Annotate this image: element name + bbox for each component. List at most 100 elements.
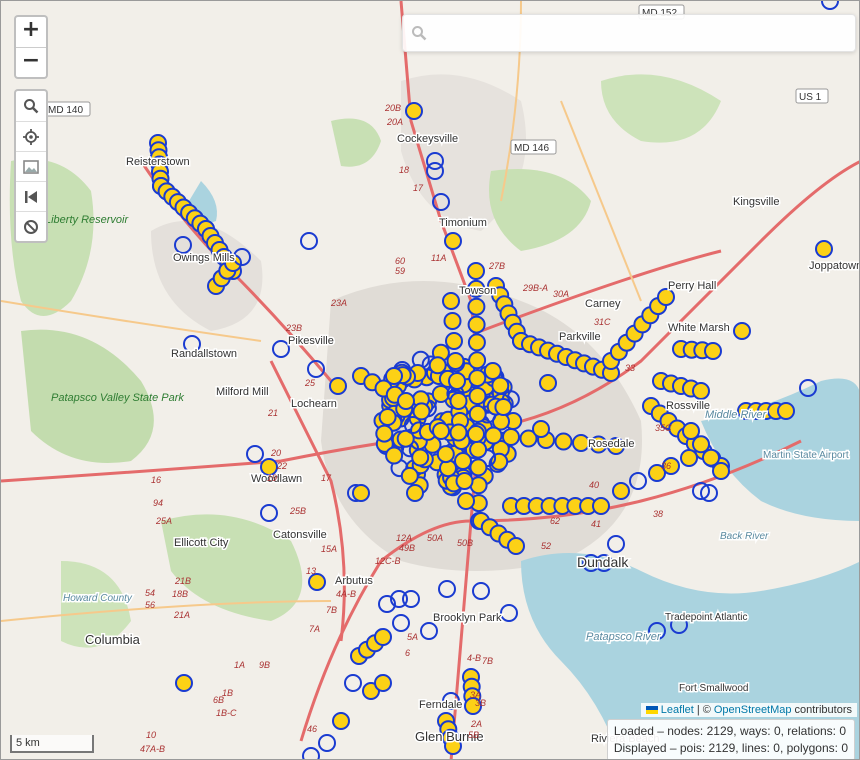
poi-marker[interactable] bbox=[448, 372, 466, 390]
poi-marker[interactable] bbox=[406, 484, 424, 502]
route-shield: US 1 bbox=[795, 88, 829, 104]
poi-marker[interactable] bbox=[467, 333, 486, 352]
route-label: US 1 bbox=[799, 92, 822, 103]
poi-marker[interactable] bbox=[446, 352, 465, 370]
place-label: Kingsville bbox=[733, 196, 779, 208]
poi-marker[interactable] bbox=[468, 404, 487, 423]
poi-marker[interactable] bbox=[502, 428, 520, 446]
poi-marker[interactable] bbox=[332, 712, 350, 730]
zoom-in-button[interactable]: + bbox=[16, 17, 46, 47]
poi-marker[interactable] bbox=[467, 297, 486, 316]
poi-marker[interactable] bbox=[467, 315, 486, 334]
skip-back-tool-button[interactable] bbox=[16, 181, 46, 211]
poi-marker[interactable] bbox=[815, 240, 833, 258]
place-label: Catonsville bbox=[273, 529, 327, 541]
poi-marker[interactable] bbox=[704, 342, 722, 360]
poi-marker[interactable] bbox=[400, 466, 419, 485]
poi-marker[interactable] bbox=[442, 292, 460, 310]
poi-marker[interactable] bbox=[444, 232, 462, 250]
leaflet-link[interactable]: Leaflet bbox=[661, 704, 694, 716]
exit-number-label: 54 bbox=[145, 588, 155, 598]
poi-marker[interactable] bbox=[375, 424, 394, 443]
poi-marker[interactable] bbox=[777, 402, 795, 420]
image-icon bbox=[23, 159, 39, 174]
exit-number-label: 15A bbox=[321, 544, 337, 554]
poi-marker[interactable] bbox=[385, 446, 404, 465]
poi-marker[interactable] bbox=[374, 628, 392, 646]
openstreetmap-link[interactable]: OpenStreetMap bbox=[714, 704, 792, 716]
exit-number-label: 22 bbox=[276, 461, 287, 471]
poi-marker[interactable] bbox=[491, 376, 510, 395]
map-tiles[interactable]: Reisterstown Cockeysville Timonium Owings M… bbox=[1, 1, 860, 760]
poi-marker[interactable] bbox=[507, 537, 525, 555]
exit-number-label: 1A bbox=[234, 660, 245, 670]
poi-marker[interactable] bbox=[455, 472, 474, 490]
place-label: Reisterstown bbox=[126, 156, 190, 168]
poi-marker[interactable] bbox=[483, 362, 502, 380]
poi-marker[interactable] bbox=[467, 262, 485, 280]
poi-marker[interactable] bbox=[352, 484, 370, 502]
poi-marker[interactable] bbox=[572, 434, 590, 452]
exit-number-label: 11A bbox=[431, 253, 446, 263]
exit-number-label: 5B bbox=[468, 730, 479, 740]
map-viewport[interactable]: Reisterstown Cockeysville Timonium Owings M… bbox=[0, 0, 860, 760]
exit-number-label: 7B bbox=[482, 656, 493, 666]
poi-marker[interactable] bbox=[612, 482, 630, 500]
locate-tool-button[interactable] bbox=[16, 121, 46, 151]
poi-marker[interactable] bbox=[712, 462, 730, 480]
image-tool-button[interactable] bbox=[16, 151, 46, 181]
exit-number-label: 2A bbox=[470, 719, 482, 729]
poi-marker[interactable] bbox=[428, 356, 447, 375]
poi-marker[interactable] bbox=[405, 102, 423, 120]
poi-marker[interactable] bbox=[680, 449, 698, 467]
exit-number-label: 62 bbox=[550, 516, 560, 526]
poi-marker[interactable] bbox=[374, 674, 392, 692]
poi-marker[interactable] bbox=[733, 322, 751, 340]
poi-marker[interactable] bbox=[467, 425, 485, 443]
poi-marker[interactable] bbox=[532, 420, 550, 438]
zoom-out-button[interactable]: − bbox=[16, 47, 46, 77]
poi-marker[interactable] bbox=[449, 392, 468, 410]
poi-marker[interactable] bbox=[592, 497, 610, 515]
scale-bar: 5 km bbox=[10, 735, 94, 753]
poi-marker[interactable] bbox=[468, 351, 487, 370]
poi-marker[interactable] bbox=[308, 573, 326, 591]
place-label: Martin State Airport bbox=[763, 450, 849, 461]
attribution-separator: | © bbox=[696, 704, 711, 716]
cancel-icon bbox=[24, 219, 38, 234]
poi-marker[interactable] bbox=[175, 674, 193, 692]
poi-marker[interactable] bbox=[378, 408, 397, 426]
poi-marker[interactable] bbox=[468, 369, 487, 388]
poi-marker[interactable] bbox=[432, 422, 450, 440]
poi-marker[interactable] bbox=[494, 398, 513, 416]
poi-marker[interactable] bbox=[468, 387, 487, 405]
poi-marker[interactable] bbox=[692, 382, 710, 400]
poi-marker[interactable] bbox=[436, 445, 455, 464]
stats-panel: Loaded – nodes: 2129, ways: 0, relations… bbox=[606, 719, 855, 759]
exit-number-label: 31C bbox=[594, 317, 611, 327]
poi-marker[interactable] bbox=[329, 377, 347, 395]
place-label: Arbutus bbox=[335, 575, 373, 587]
poi-marker[interactable] bbox=[443, 312, 462, 330]
exit-number-label: 23A bbox=[330, 298, 347, 308]
poi-marker[interactable] bbox=[454, 452, 472, 470]
poi-marker[interactable] bbox=[469, 440, 488, 459]
poi-marker[interactable] bbox=[484, 426, 503, 445]
poi-marker[interactable] bbox=[431, 385, 450, 403]
place-label: Dundalk bbox=[577, 554, 629, 570]
place-label: Brooklyn Park bbox=[433, 612, 502, 624]
search-input[interactable] bbox=[433, 21, 843, 47]
poi-marker[interactable] bbox=[411, 448, 430, 467]
poi-marker[interactable] bbox=[539, 374, 557, 392]
poi-marker[interactable] bbox=[554, 432, 573, 451]
place-label: Milford Mill bbox=[216, 386, 269, 398]
poi-marker[interactable] bbox=[397, 392, 415, 410]
poi-marker[interactable] bbox=[449, 423, 468, 442]
poi-marker[interactable] bbox=[469, 458, 488, 477]
search-tool-button[interactable] bbox=[16, 91, 46, 121]
cancel-tool-button[interactable] bbox=[16, 211, 46, 241]
poi-marker[interactable] bbox=[445, 332, 463, 350]
poi-marker[interactable] bbox=[457, 492, 475, 510]
exit-number-label: 25 bbox=[304, 378, 316, 388]
exit-number-label: 41 bbox=[591, 519, 601, 529]
